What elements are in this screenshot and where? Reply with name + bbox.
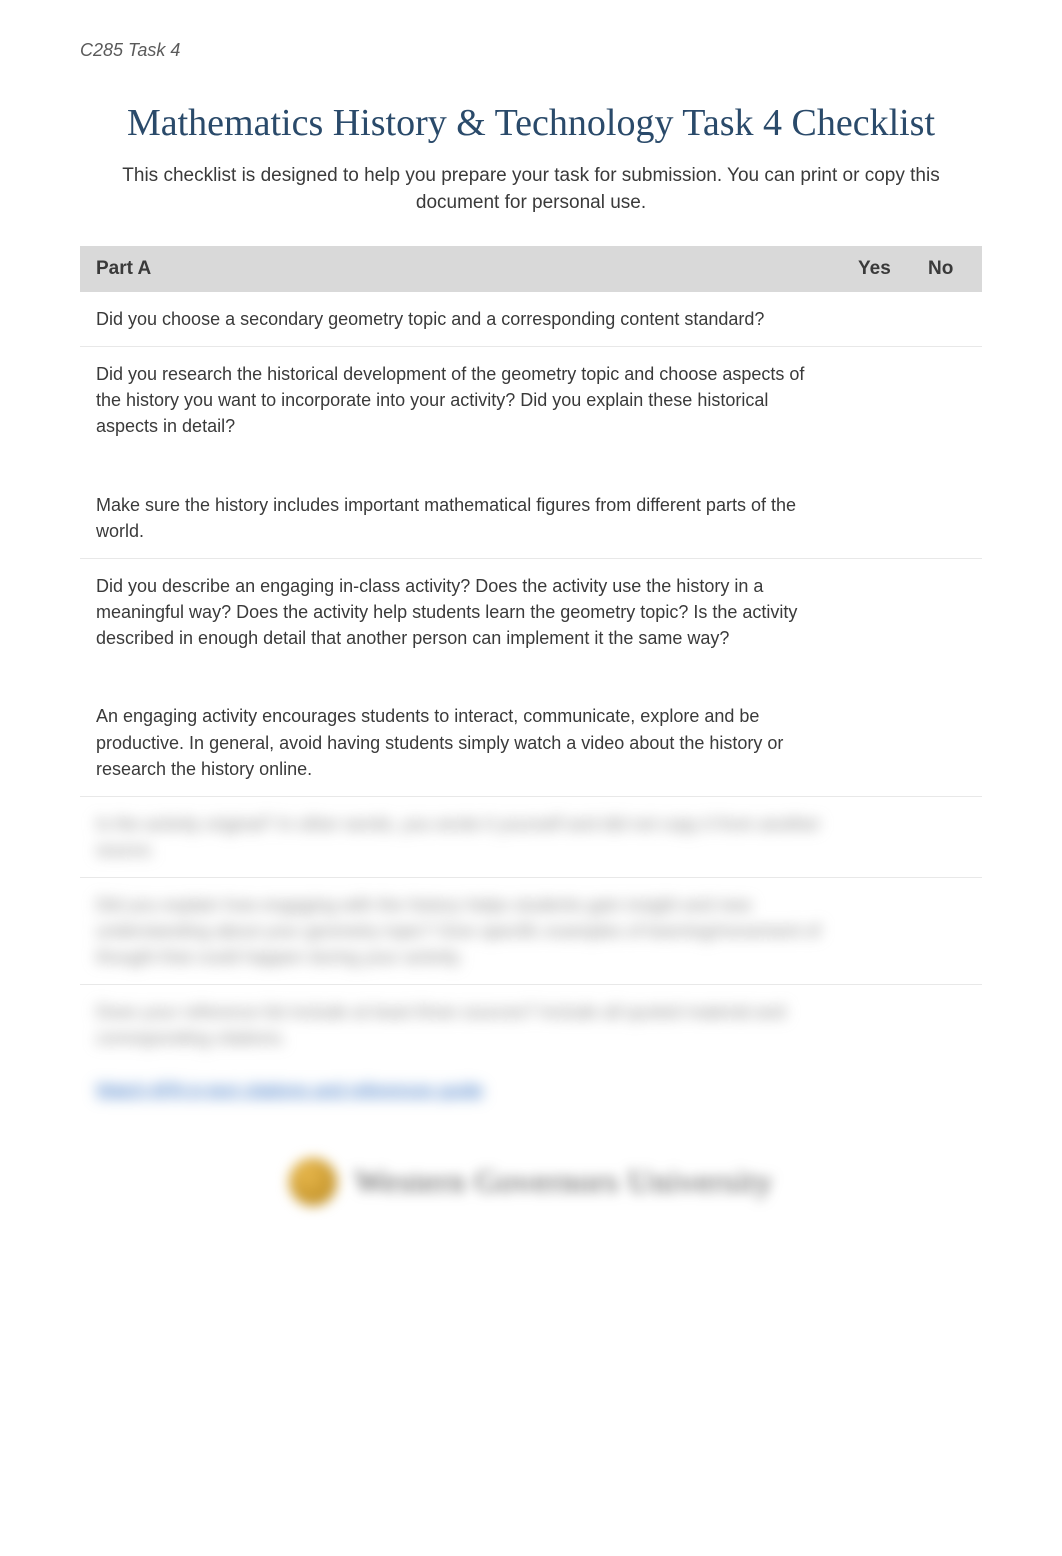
no-cell[interactable] [912,347,982,559]
table-row: Did you explain how engaging with the hi… [80,877,982,984]
page-subtitle: This checklist is designed to help you p… [80,163,982,216]
yes-cell[interactable] [842,985,912,1118]
row-text: Does your reference list include at leas… [80,985,842,1118]
row-text: Did you research the historical developm… [80,347,842,559]
checklist-table: Part A Yes No Did you choose a secondary… [80,246,982,1117]
row-text: Did you describe an engaging in-class ac… [80,558,842,796]
row-text: Is the activity original? In other words… [80,796,842,877]
page-header: C285 Task 4 [80,40,982,61]
col-header-no: No [912,246,982,292]
no-cell[interactable] [912,558,982,796]
yes-cell[interactable] [842,877,912,984]
yes-cell[interactable] [842,796,912,877]
table-row: Did you describe an engaging in-class ac… [80,558,982,796]
col-header-yes: Yes [842,246,912,292]
page-title: Mathematics History & Technology Task 4 … [80,101,982,145]
table-row: Is the activity original? In other words… [80,796,982,877]
row-text: Did you explain how engaging with the hi… [80,877,842,984]
no-cell[interactable] [912,796,982,877]
footer-logo: Western Governors University [80,1158,982,1206]
table-row: Did you choose a secondary geometry topi… [80,292,982,347]
reference-link[interactable]: Watch APA in-text citations and referenc… [96,1080,483,1100]
no-cell[interactable] [912,985,982,1118]
table-row: Does your reference list include at leas… [80,985,982,1118]
col-header-parta: Part A [80,246,842,292]
no-cell[interactable] [912,877,982,984]
yes-cell[interactable] [842,558,912,796]
university-logo-icon [289,1158,337,1206]
row-text: Did you choose a secondary geometry topi… [80,292,842,347]
yes-cell[interactable] [842,347,912,559]
no-cell[interactable] [912,292,982,347]
university-name: Western Governors University [355,1163,773,1200]
table-row: Did you research the historical developm… [80,347,982,559]
yes-cell[interactable] [842,292,912,347]
